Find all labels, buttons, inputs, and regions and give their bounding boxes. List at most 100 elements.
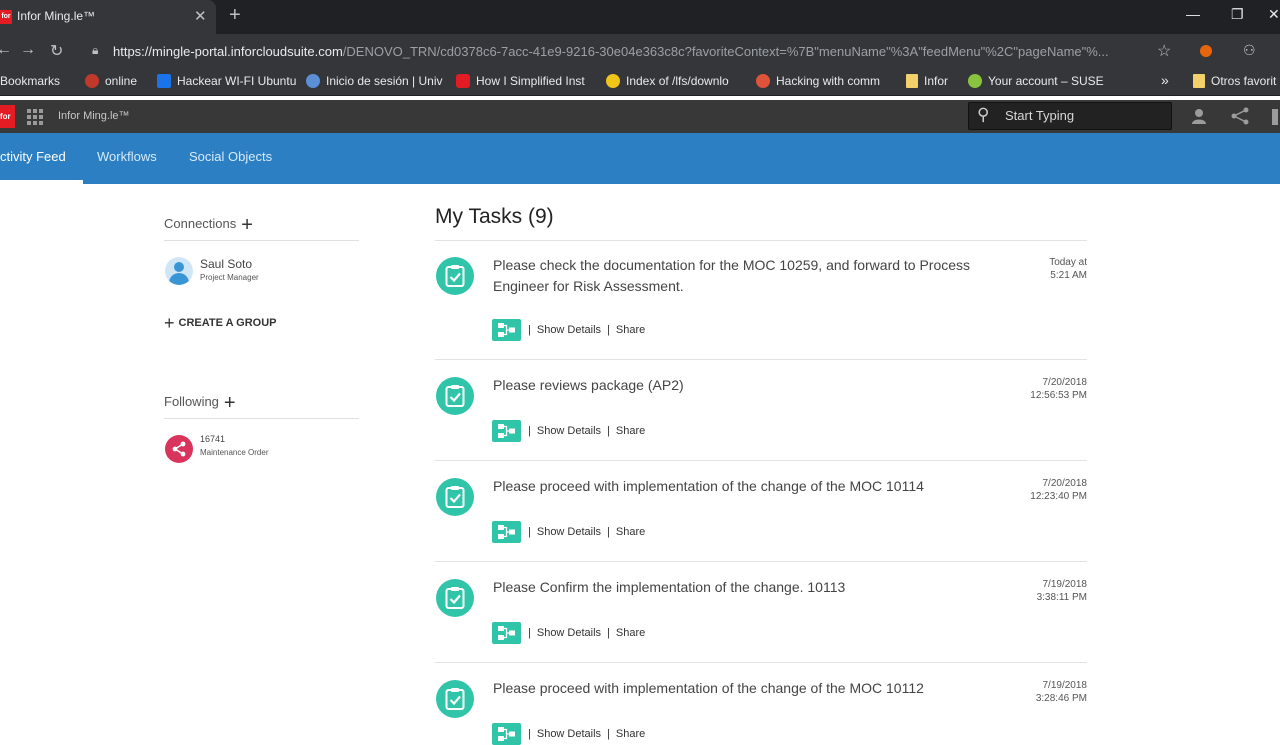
browser-tab[interactable]: for Infor Ming.le™ ✕ — [0, 0, 216, 34]
workflow-button[interactable] — [492, 521, 521, 543]
tab-activity-feed[interactable]: ctivity Feed — [0, 149, 66, 164]
share-link[interactable]: Share — [616, 526, 645, 538]
task-text[interactable]: Please check the documentation for the M… — [493, 255, 1013, 297]
workflow-button[interactable] — [492, 723, 521, 745]
bookmark-icon[interactable] — [1272, 109, 1278, 125]
incognito-icon[interactable]: ⚇ — [1243, 42, 1256, 59]
tab-workflows[interactable]: Workflows — [97, 149, 157, 164]
bookmark-item[interactable]: Hacking with comm — [756, 74, 880, 88]
add-connection-icon[interactable]: + — [241, 214, 253, 236]
bookmark-icon — [606, 74, 620, 88]
task-actions: | Show Details | Share — [528, 728, 645, 740]
app-header: for Infor Ming.le™ ⚲ — [0, 100, 1280, 133]
task-text[interactable]: Please reviews package (AP2) — [493, 375, 1013, 396]
divider — [435, 240, 1087, 241]
search-box[interactable]: ⚲ — [968, 102, 1172, 130]
more-bookmarks-icon[interactable]: » — [1161, 72, 1169, 88]
divider — [435, 662, 1087, 663]
divider — [435, 561, 1087, 562]
bookmark-item[interactable]: Index of /lfs/downlo — [606, 74, 729, 88]
folder-icon — [906, 74, 918, 88]
url-text: https://mingle-portal.inforcloudsuite.co… — [113, 44, 1109, 59]
workflow-button[interactable] — [492, 420, 521, 442]
reload-icon[interactable]: ↻ — [50, 41, 63, 61]
share-link[interactable]: Share — [616, 728, 645, 740]
infor-logo[interactable]: for — [0, 105, 15, 128]
new-tab-icon[interactable]: + — [229, 4, 241, 27]
bookmark-item[interactable]: How I Simplified Inst — [456, 74, 585, 88]
search-input[interactable] — [1005, 108, 1165, 123]
task-clipboard-icon — [436, 377, 474, 415]
connections-label: Connections — [164, 216, 237, 231]
app-menu-grid-icon[interactable] — [27, 109, 43, 125]
show-details-link[interactable]: Show Details — [537, 526, 601, 538]
show-details-link[interactable]: Show Details — [537, 324, 601, 336]
bookmark-icon — [756, 74, 770, 88]
address-bar[interactable]: 🔒︎ https://mingle-portal.inforcloudsuite… — [84, 37, 1184, 65]
maintenance-order-share-icon[interactable] — [165, 435, 193, 463]
bookmark-item[interactable]: Your account – SUSE — [968, 74, 1104, 88]
followed-type: Maintenance Order — [200, 448, 269, 457]
connection-role: Project Manager — [200, 273, 259, 282]
share-link[interactable]: Share — [616, 425, 645, 437]
browser-tab-bar: for Infor Ming.le™ ✕ + — ❐ ✕ — [0, 0, 1280, 34]
app-name: Infor Ming.le™ — [58, 110, 130, 122]
workflow-button[interactable] — [492, 319, 521, 341]
task-actions: | Show Details | Share — [528, 425, 645, 437]
separator: | — [607, 425, 610, 437]
minimize-icon[interactable]: — — [1186, 6, 1200, 22]
workflow-button[interactable] — [492, 622, 521, 644]
task-actions: | Show Details | Share — [528, 324, 645, 336]
task-date: Today at 5:21 AM — [1049, 257, 1087, 281]
bookmark-apps[interactable]: Bookmarks — [0, 74, 60, 88]
workflow-icon — [498, 626, 515, 640]
task-date: 7/19/2018 3:28:46 PM — [1035, 680, 1087, 704]
share-link[interactable]: Share — [616, 627, 645, 639]
task-text[interactable]: Please proceed with implementation of th… — [493, 678, 1013, 699]
divider — [164, 418, 359, 419]
following-header: Following + — [164, 392, 236, 415]
separator: | — [528, 324, 531, 336]
restore-icon[interactable]: ❐ — [1231, 6, 1244, 23]
followed-id[interactable]: 16741 — [200, 434, 225, 444]
back-icon[interactable]: ← — [0, 41, 12, 59]
task-clipboard-icon — [436, 579, 474, 617]
bookmark-item[interactable]: Inicio de sesión | Univ — [306, 74, 443, 88]
show-details-link[interactable]: Show Details — [537, 728, 601, 740]
bookmark-star-icon[interactable]: ☆ — [1157, 41, 1171, 61]
close-window-icon[interactable]: ✕ — [1268, 6, 1280, 23]
show-details-link[interactable]: Show Details — [537, 627, 601, 639]
close-tab-icon[interactable]: ✕ — [194, 7, 207, 25]
bookmark-item[interactable]: online — [85, 74, 137, 88]
user-icon[interactable] — [1190, 107, 1208, 130]
workflow-icon — [498, 323, 515, 337]
avatar[interactable] — [165, 257, 193, 285]
tab-title: Infor Ming.le™ — [17, 9, 96, 23]
task-text[interactable]: Please proceed with implementation of th… — [493, 476, 1013, 497]
add-following-icon[interactable]: + — [224, 392, 236, 414]
show-details-link[interactable]: Show Details — [537, 425, 601, 437]
bookmark-icon — [85, 74, 99, 88]
workflow-icon — [498, 424, 515, 438]
extension-icon[interactable] — [1200, 45, 1212, 57]
separator: | — [528, 526, 531, 538]
task-clipboard-icon — [436, 680, 474, 718]
connection-name[interactable]: Saul Soto — [200, 257, 252, 271]
share-link[interactable]: Share — [616, 324, 645, 336]
create-group-button[interactable]: + CREATE A GROUP — [164, 313, 277, 334]
main-nav: ctivity Feed Workflows Social Objects — [0, 133, 1280, 184]
lock-icon: 🔒︎ — [92, 43, 99, 57]
bookmark-icon — [456, 74, 470, 88]
bookmark-icon — [157, 74, 171, 88]
task-text[interactable]: Please Confirm the implementation of the… — [493, 577, 1013, 598]
workflow-icon — [498, 727, 515, 741]
infor-favicon-icon: for — [0, 10, 12, 24]
tab-social-objects[interactable]: Social Objects — [189, 149, 272, 164]
bookmark-folder[interactable]: Infor — [906, 74, 948, 88]
forward-icon[interactable]: → — [20, 41, 36, 59]
share-icon[interactable] — [1230, 107, 1250, 130]
bookmark-item[interactable]: Hackear WI-FI Ubuntu — [157, 74, 296, 88]
separator: | — [607, 728, 610, 740]
separator: | — [528, 627, 531, 639]
other-bookmarks-folder[interactable]: Otros favorit — [1193, 74, 1276, 88]
